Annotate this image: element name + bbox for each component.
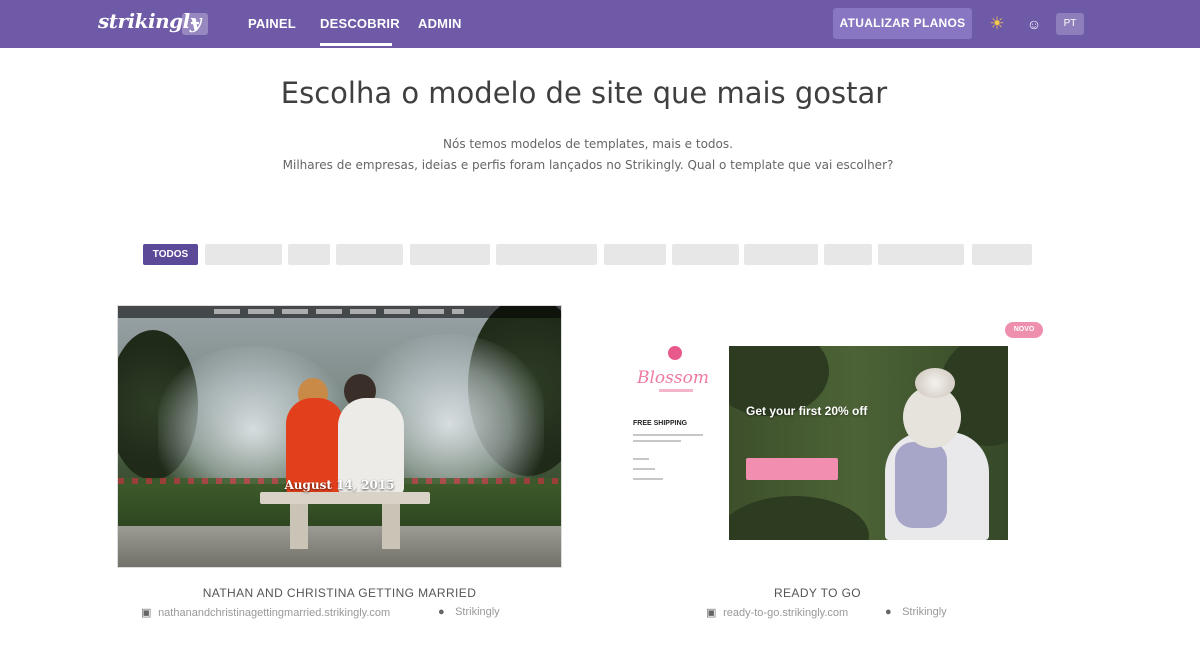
category-chip[interactable] — [604, 244, 666, 265]
category-chip[interactable] — [205, 244, 282, 265]
template-url-row: ▣ ready-to-go.strikingly.com — [706, 606, 848, 622]
preview-promo-text: Get your first 20% off — [746, 404, 868, 418]
template-url-row: ▣ nathanandchristinagettingmarried.strik… — [141, 606, 390, 622]
person-icon: ● — [438, 606, 445, 618]
text-line — [633, 468, 655, 470]
flower-crown — [915, 368, 955, 398]
bench-leg — [382, 504, 400, 549]
preview-sidebar: Blossom FREE SHIPPING — [625, 346, 729, 540]
preview-shipping-text: FREE SHIPPING — [633, 420, 688, 427]
link-icon: ▣ — [141, 607, 152, 619]
template-preview-store[interactable]: Blossom FREE SHIPPING Get your first 20%… — [625, 346, 1010, 540]
link-icon: ▣ — [706, 607, 717, 619]
text-line — [633, 478, 663, 480]
upgrade-plans-button[interactable]: ATUALIZAR PLANOS — [833, 8, 972, 39]
nav-painel[interactable]: PAINEL — [248, 16, 296, 31]
user-icon[interactable]: ☺ — [1023, 12, 1045, 36]
template-name[interactable]: READY TO GO — [625, 586, 1010, 600]
person-icon: ● — [885, 606, 892, 618]
template-url[interactable]: ready-to-go.strikingly.com — [723, 607, 848, 619]
preview-nav-links — [214, 309, 464, 314]
logo-tagline — [659, 389, 693, 392]
page-subtitle-line-1: Nós temos modelos de templates, mais e t… — [443, 137, 733, 151]
template-author: Strikingly — [902, 606, 947, 618]
nav-descobrir[interactable]: DESCOBRIR — [320, 16, 400, 31]
flower-logo-icon — [668, 346, 682, 360]
template-author-row: ● Strikingly — [885, 606, 947, 622]
template-name[interactable]: NATHAN AND CHRISTINA GETTING MARRIED — [117, 586, 562, 600]
bush-shape — [729, 496, 869, 540]
bench-leg — [290, 504, 308, 549]
text-line — [633, 440, 681, 442]
preview-logo: Blossom — [637, 368, 709, 388]
add-site-button[interactable]: ✚ — [182, 13, 208, 35]
template-preview-wedding[interactable]: August 14, 2015 — [117, 305, 562, 568]
category-chip[interactable] — [744, 244, 818, 265]
category-chip[interactable] — [288, 244, 330, 265]
backpack — [895, 442, 947, 528]
category-chip-todos[interactable]: TODOS — [143, 244, 198, 265]
preview-date-text: August 14, 2015 — [284, 478, 395, 492]
active-nav-indicator — [320, 43, 392, 46]
page-subtitle-line-2: Milhares de empresas, ideias e perfis fo… — [282, 158, 894, 172]
category-chip[interactable] — [878, 244, 964, 265]
category-chip[interactable] — [824, 244, 872, 265]
text-line — [633, 458, 649, 460]
page-title: Escolha o modelo de site que mais gostar — [280, 76, 888, 110]
top-navigation-bar: strikingly ✚ PAINEL DESCOBRIR ADMIN ATUA… — [0, 0, 1200, 48]
category-chip[interactable] — [672, 244, 739, 265]
template-author: Strikingly — [455, 606, 500, 618]
preview-cta-button — [746, 458, 838, 480]
category-chip[interactable] — [410, 244, 490, 265]
category-chip[interactable] — [336, 244, 403, 265]
preview-hero: Get your first 20% off — [729, 346, 1008, 540]
lightbulb-icon[interactable]: ☀ — [987, 12, 1007, 36]
bench — [260, 492, 430, 504]
category-chip[interactable] — [496, 244, 597, 265]
template-url[interactable]: nathanandchristinagettingmarried.strikin… — [158, 607, 390, 619]
path — [118, 526, 561, 567]
new-badge: NOVO — [1005, 322, 1043, 338]
language-selector[interactable]: PT — [1056, 13, 1084, 35]
nav-admin[interactable]: ADMIN — [418, 16, 462, 31]
template-author-row: ● Strikingly — [438, 606, 500, 622]
text-line — [633, 434, 703, 436]
category-chip[interactable] — [972, 244, 1032, 265]
